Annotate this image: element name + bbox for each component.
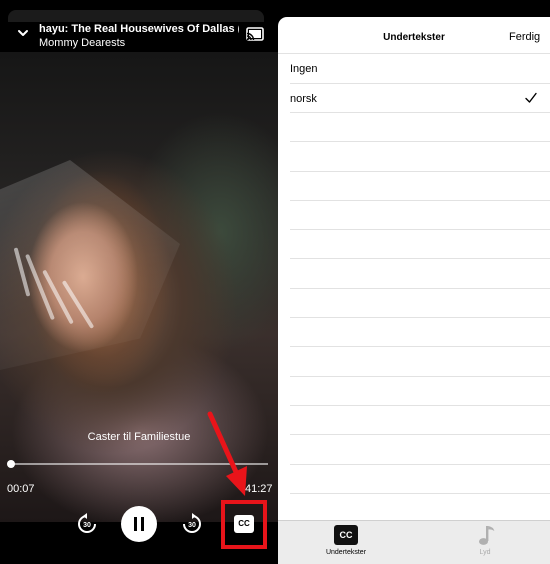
replay-seconds-label: 30 [83, 522, 91, 529]
sheet-tab-bar: CC Undertekster Lyd [278, 520, 550, 564]
show-title: hayu: The Real Housewives Of Dallas (5).… [39, 23, 239, 35]
empty-row [290, 201, 550, 231]
subtitle-option-norwegian[interactable]: norsk [290, 84, 550, 113]
sheet-header: Undertekster Ferdig [278, 17, 550, 54]
time-total: 41:27 [245, 483, 273, 495]
empty-row [290, 259, 550, 289]
option-label: norsk [290, 92, 317, 105]
tab-label: Lyd [479, 549, 491, 556]
empty-row [290, 318, 550, 348]
empty-row [290, 465, 550, 494]
tab-subtitles[interactable]: CC Undertekster [322, 525, 370, 561]
subtitle-sheet: Undertekster Ferdig Ingen norsk CC Under… [278, 17, 550, 564]
closed-captions-icon[interactable]: CC [234, 515, 254, 533]
time-elapsed: 00:07 [7, 483, 35, 495]
pause-icon-bar [141, 517, 144, 531]
replay-30-icon[interactable]: 30 [76, 513, 98, 535]
empty-row [290, 142, 550, 172]
player-header: hayu: The Real Housewives Of Dallas (5).… [0, 18, 278, 52]
empty-row [290, 406, 550, 436]
episode-title: Mommy Dearests [39, 37, 126, 49]
cast-status-text: Caster til Familiestue [87, 431, 191, 443]
chevron-down-icon[interactable] [16, 26, 30, 40]
empty-row [290, 347, 550, 377]
empty-row [290, 113, 550, 143]
checkmark-icon [525, 92, 537, 103]
subtitle-option-list: Ingen norsk [290, 54, 550, 494]
progress-bar[interactable] [6, 460, 268, 468]
progress-scrubber[interactable] [6, 460, 15, 468]
tab-audio[interactable]: Lyd [472, 525, 498, 561]
empty-row [290, 172, 550, 201]
pause-button[interactable] [121, 506, 157, 542]
video-frame[interactable] [0, 52, 278, 522]
option-label: Ingen [290, 63, 318, 75]
pause-icon [134, 517, 137, 531]
subtitle-option-none[interactable]: Ingen [290, 54, 550, 84]
empty-row [290, 230, 550, 260]
empty-row [290, 377, 550, 406]
forward-seconds-label: 30 [188, 522, 196, 529]
video-player[interactable]: hayu: The Real Housewives Of Dallas (5).… [0, 0, 278, 564]
music-note-icon [479, 526, 495, 545]
top-strip [0, 0, 278, 22]
forward-30-icon[interactable]: 30 [181, 513, 203, 535]
done-button[interactable]: Ferdig [509, 31, 540, 43]
empty-row [290, 289, 550, 319]
closed-captions-icon: CC [334, 525, 358, 545]
cast-icon[interactable] [246, 27, 264, 41]
empty-row [290, 435, 550, 465]
tab-label: Undertekster [325, 549, 367, 556]
